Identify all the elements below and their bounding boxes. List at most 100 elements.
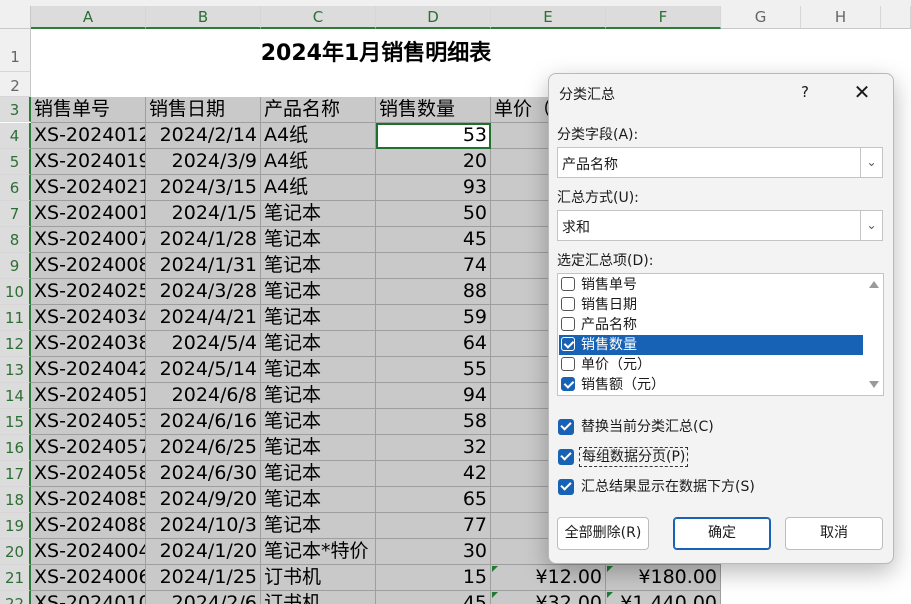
- cell-unit-price[interactable]: ¥12.00: [491, 565, 606, 591]
- cell-quantity[interactable]: 58: [376, 409, 491, 435]
- cell-quantity[interactable]: 93: [376, 175, 491, 201]
- cell-product[interactable]: 笔记本: [261, 461, 376, 487]
- cell-product[interactable]: A4纸: [261, 123, 376, 149]
- cell-sales-date[interactable]: 2024/3/28: [146, 279, 261, 305]
- row-header-5[interactable]: 5: [0, 149, 31, 175]
- column-header-d[interactable]: D: [376, 6, 491, 29]
- cell-sales-id[interactable]: XS-2024057: [31, 435, 146, 461]
- row-header-10[interactable]: 10: [0, 279, 31, 305]
- cell-sales-id[interactable]: XS-2024021: [31, 175, 146, 201]
- column-header-a[interactable]: A: [31, 6, 146, 29]
- cell-quantity[interactable]: 88: [376, 279, 491, 305]
- item-checkbox[interactable]: [561, 297, 575, 311]
- row-header-20[interactable]: 20: [0, 539, 31, 565]
- cell-sales-date[interactable]: 2024/1/25: [146, 565, 261, 591]
- cell-product[interactable]: 笔记本: [261, 201, 376, 227]
- cell-product[interactable]: 笔记本: [261, 435, 376, 461]
- replace-current-checkbox[interactable]: [558, 419, 574, 435]
- page-break-checkbox[interactable]: [558, 449, 574, 465]
- cell-product[interactable]: A4纸: [261, 175, 376, 201]
- row-header-2[interactable]: 2: [0, 72, 31, 97]
- remove-all-button[interactable]: 全部删除(R): [557, 517, 649, 550]
- ok-button[interactable]: 确定: [673, 517, 771, 550]
- cell-sales-date[interactable]: 2024/3/15: [146, 175, 261, 201]
- cell-sales-id[interactable]: XS-2024058: [31, 461, 146, 487]
- cell-sales-id[interactable]: XS-2024034: [31, 305, 146, 331]
- cell-product[interactable]: 笔记本: [261, 227, 376, 253]
- cell-sales-id[interactable]: XS-2024008: [31, 253, 146, 279]
- column-header-c[interactable]: C: [261, 6, 376, 29]
- row-header-6[interactable]: 6: [0, 175, 31, 201]
- summary-below-checkbox[interactable]: [558, 479, 574, 495]
- chevron-down-icon[interactable]: ⌄: [860, 211, 882, 240]
- row-header-14[interactable]: 14: [0, 383, 31, 409]
- select-all-corner[interactable]: [0, 6, 31, 29]
- cell-sales-date[interactable]: 2024/1/28: [146, 227, 261, 253]
- row-header-9[interactable]: 9: [0, 253, 31, 279]
- header-cell-date[interactable]: 销售日期: [146, 97, 261, 123]
- row-header-12[interactable]: 12: [0, 331, 31, 357]
- list-scrollbar[interactable]: [864, 274, 883, 395]
- column-header-e[interactable]: E: [491, 6, 606, 29]
- cell-product[interactable]: 笔记本*特价: [261, 539, 376, 565]
- cell-sales-date[interactable]: 2024/6/16: [146, 409, 261, 435]
- header-cell-id[interactable]: 销售单号: [31, 97, 146, 123]
- cell-quantity[interactable]: 42: [376, 461, 491, 487]
- cell-sales-date[interactable]: 2024/6/30: [146, 461, 261, 487]
- help-icon[interactable]: ?: [801, 83, 809, 101]
- cell-sales-id[interactable]: XS-2024006: [31, 565, 146, 591]
- row-header-21[interactable]: 21: [0, 565, 31, 591]
- cell-quantity[interactable]: 45: [376, 227, 491, 253]
- cell-quantity[interactable]: 30: [376, 539, 491, 565]
- cell-sales-id[interactable]: XS-2024051: [31, 383, 146, 409]
- cell-sales-date[interactable]: 2024/3/9: [146, 149, 261, 175]
- cell-sales-id[interactable]: XS-2024001: [31, 201, 146, 227]
- cell-quantity[interactable]: 45: [376, 591, 491, 604]
- column-header-b[interactable]: B: [146, 6, 261, 29]
- cell-product[interactable]: 笔记本: [261, 513, 376, 539]
- cell-sales-date[interactable]: 2024/6/25: [146, 435, 261, 461]
- cell-sales-id[interactable]: XS-2024088: [31, 513, 146, 539]
- cell-product[interactable]: 笔记本: [261, 331, 376, 357]
- cell-product[interactable]: 笔记本: [261, 357, 376, 383]
- item-checkbox[interactable]: [561, 357, 575, 371]
- cell-sales-date[interactable]: 2024/9/20: [146, 487, 261, 513]
- cell-quantity[interactable]: 64: [376, 331, 491, 357]
- item-checkbox[interactable]: [561, 337, 575, 351]
- list-item[interactable]: 销售单号: [559, 275, 863, 295]
- row-header-1[interactable]: 1: [0, 29, 31, 72]
- cell-sales-id[interactable]: XS-2024053: [31, 409, 146, 435]
- subtotal-items-list[interactable]: 销售单号 销售日期 产品名称 销售数量 单价（元） 销售额（元）: [557, 273, 884, 396]
- cell-product[interactable]: 笔记本: [261, 253, 376, 279]
- chevron-down-icon[interactable]: ⌄: [860, 148, 882, 177]
- cell-quantity[interactable]: 32: [376, 435, 491, 461]
- cell-sales-id[interactable]: XS-2024025: [31, 279, 146, 305]
- cell-sales-id[interactable]: XS-2024019: [31, 149, 146, 175]
- cell-quantity[interactable]: 77: [376, 513, 491, 539]
- function-select[interactable]: 求和 ⌄: [557, 210, 883, 241]
- row-header-3[interactable]: 3: [0, 97, 31, 122]
- cell-sales-id[interactable]: XS-2024004: [31, 539, 146, 565]
- cell-product[interactable]: 笔记本: [261, 383, 376, 409]
- row-header-19[interactable]: 19: [0, 513, 31, 539]
- cell-sales-date[interactable]: 2024/5/14: [146, 357, 261, 383]
- column-header-next[interactable]: [881, 6, 911, 29]
- close-icon[interactable]: ✕: [849, 79, 875, 105]
- item-checkbox[interactable]: [561, 277, 575, 291]
- row-header-4[interactable]: 4: [0, 123, 31, 149]
- cell-sales-id[interactable]: XS-2024085: [31, 487, 146, 513]
- scroll-down-icon[interactable]: [869, 381, 879, 388]
- cell-sales-date[interactable]: 2024/1/20: [146, 539, 261, 565]
- cell-product[interactable]: 笔记本: [261, 305, 376, 331]
- cell-sales-id[interactable]: XS-2024038: [31, 331, 146, 357]
- cell-quantity[interactable]: 65: [376, 487, 491, 513]
- column-header-h[interactable]: H: [801, 6, 881, 29]
- cell-quantity[interactable]: 20: [376, 149, 491, 175]
- cell-sales-id[interactable]: XS-2024012: [31, 123, 146, 149]
- cell-sales-date[interactable]: 2024/10/3: [146, 513, 261, 539]
- cell-quantity[interactable]: 53: [376, 123, 491, 149]
- cell-sales-date[interactable]: 2024/2/6: [146, 591, 261, 604]
- row-header-13[interactable]: 13: [0, 357, 31, 383]
- item-checkbox[interactable]: [561, 317, 575, 331]
- cell-sales-date[interactable]: 2024/5/4: [146, 331, 261, 357]
